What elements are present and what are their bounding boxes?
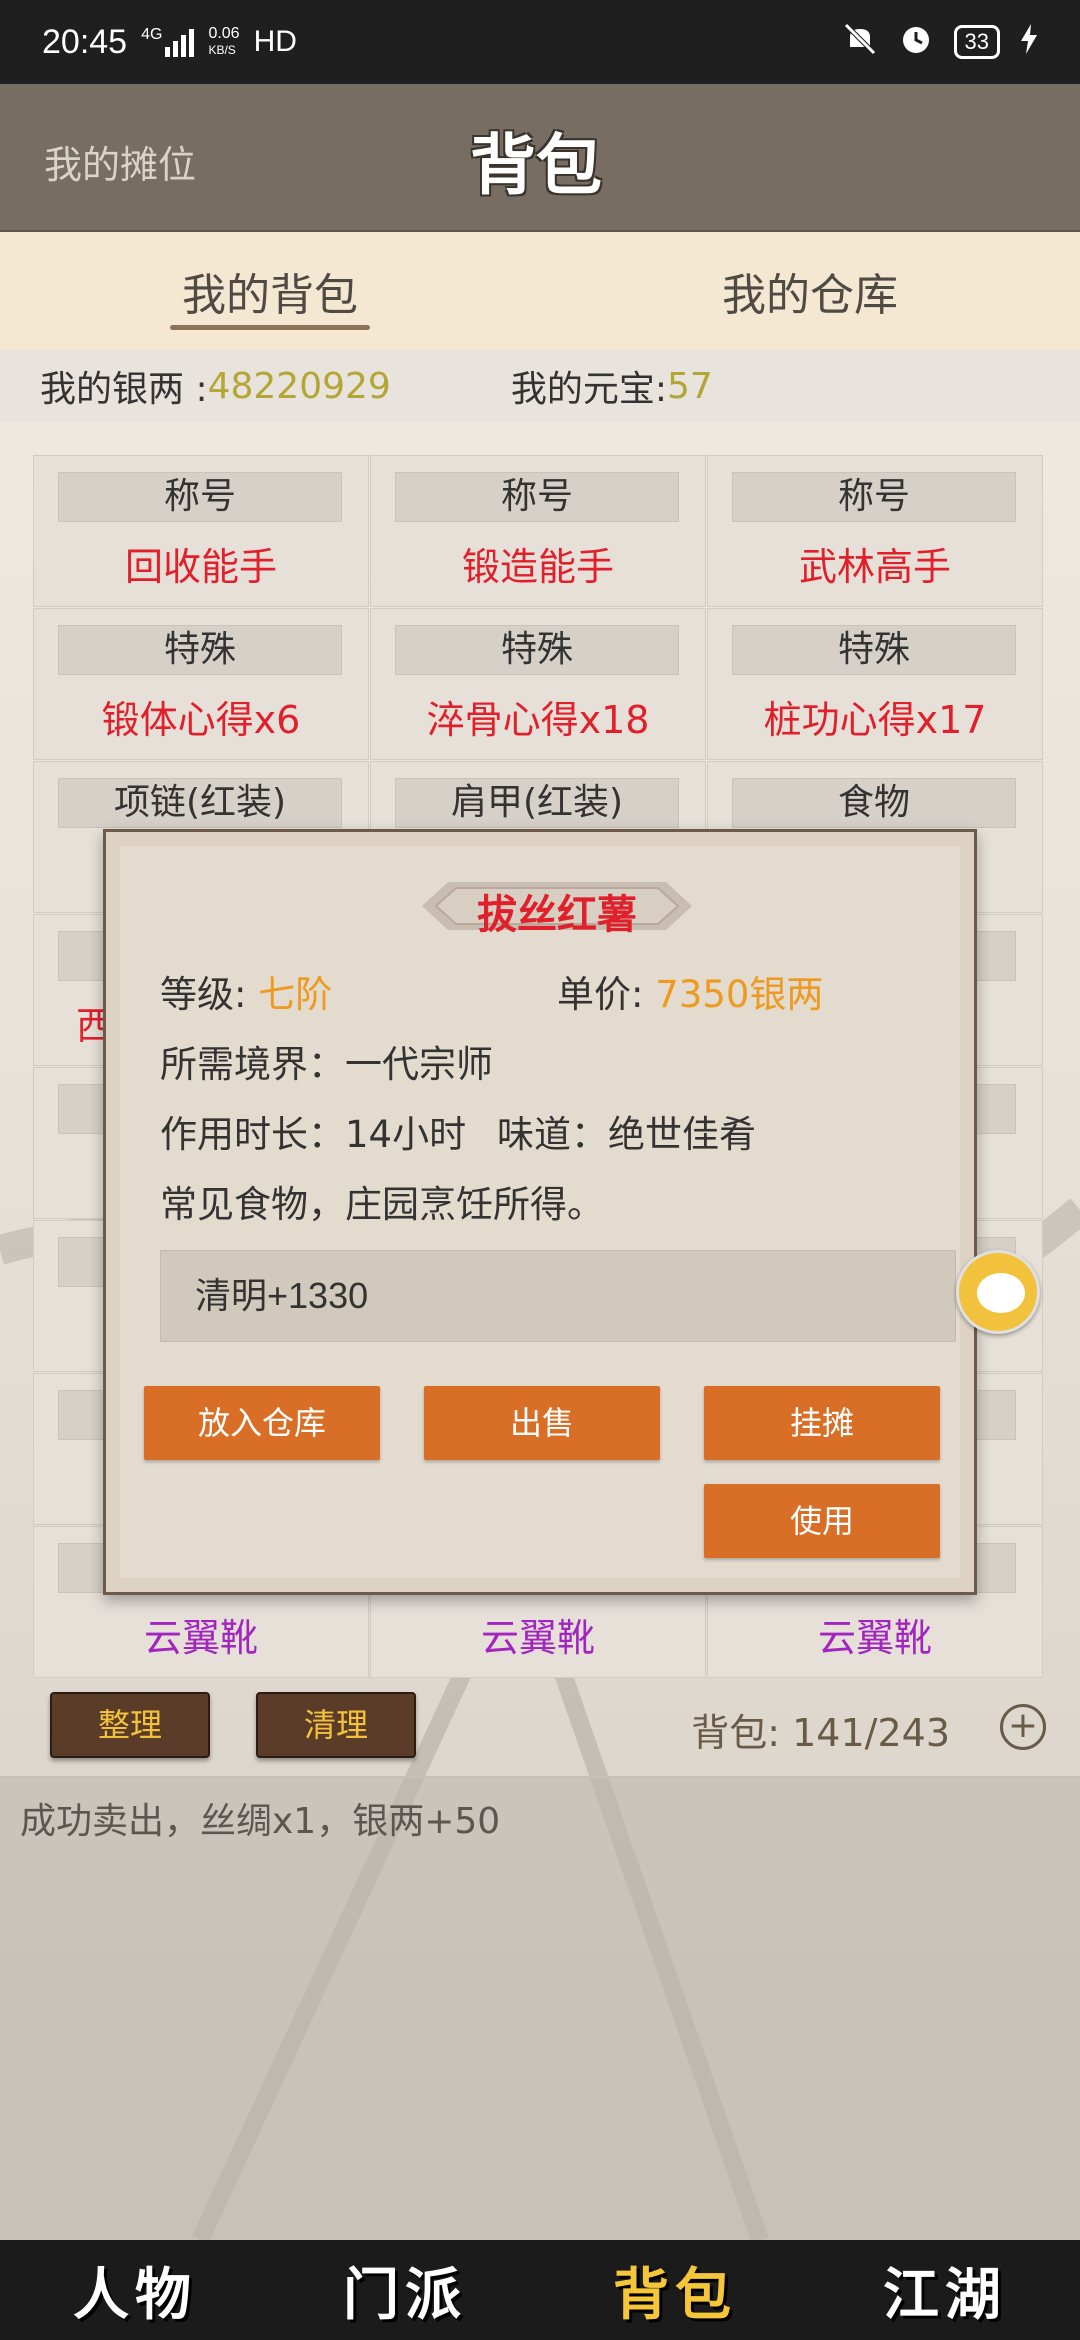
signal-icon: 4G — [141, 26, 195, 57]
item-name: 拔丝红薯 — [477, 892, 637, 938]
description-text: 常见食物，庄园烹饪所得。 — [160, 1183, 604, 1226]
slot-category-label: 称号 — [58, 472, 342, 522]
inventory-slot[interactable]: 称号 武林高手 — [707, 455, 1043, 607]
assistant-mascot-icon[interactable] — [956, 1250, 1040, 1334]
slot-category-label: 称号 — [395, 472, 679, 522]
stall-button[interactable]: 挂摊 — [704, 1386, 940, 1460]
status-bar: 20:45 4G 0.06 KB/S HD 33 — [0, 0, 1080, 84]
silver-value: 48220929 — [207, 365, 391, 407]
alarm-icon — [898, 21, 934, 64]
tab-bar: 我的背包 我的仓库 — [0, 232, 1080, 350]
price-value: 7350银两 — [655, 973, 824, 1016]
page-header: 我的摊位 背包 — [0, 84, 1080, 232]
level-row: 等级: 七阶 — [160, 973, 333, 1016]
price-row: 单价: 7350银两 — [557, 973, 824, 1016]
slot-item-name: 云翼靴 — [480, 1616, 595, 1660]
inventory-slot[interactable]: 特殊桩功心得x17 — [707, 608, 1043, 760]
battery-icon: 33 — [953, 25, 1000, 59]
effect-box: 清明+1330 — [160, 1250, 956, 1342]
charging-icon — [1020, 23, 1038, 61]
slot-category-label: 项链(红装) — [58, 778, 342, 828]
inventory-slot[interactable]: 称号 回收能手 — [33, 455, 369, 607]
net-speed: 0.06 KB/S — [208, 25, 240, 58]
nav-bag[interactable]: 背包 — [540, 2240, 810, 2340]
slot-item-name: 回收能手 — [124, 545, 277, 589]
dialog-body: 拔丝红薯 等级: 七阶 单价: 7350银两 所需境界：一代宗师 作用时长：14… — [120, 846, 960, 1578]
level-value: 七阶 — [258, 973, 333, 1016]
slot-category-label: 称号 — [732, 472, 1016, 522]
nav-jianghu[interactable]: 江湖 — [810, 2240, 1080, 2340]
store-button[interactable]: 放入仓库 — [144, 1386, 380, 1460]
hd-indicator: HD — [253, 25, 297, 58]
currency-row: 我的银两 : 48220929 我的元宝: 57 — [0, 350, 1080, 422]
page-title: 背包 — [470, 126, 602, 204]
item-detail-dialog: 拔丝红薯 等级: 七阶 单价: 7350银两 所需境界：一代宗师 作用时长：14… — [103, 829, 977, 1595]
slot-category-label: 特殊 — [732, 625, 1016, 675]
duration-text: 作用时长：14小时 — [160, 1113, 467, 1156]
my-stall-link[interactable]: 我的摊位 — [44, 134, 196, 189]
bag-controls: 整理 清理 背包: 141/243 + — [0, 1692, 1080, 1762]
slot-item-name: 淬骨心得x18 — [426, 698, 650, 742]
slot-category-label: 肩甲(红装) — [395, 778, 679, 828]
slot-item-name: 桩功心得x17 — [763, 698, 987, 742]
inventory-slot[interactable]: 特殊淬骨心得x18 — [370, 608, 706, 760]
sort-button[interactable]: 整理 — [50, 1692, 210, 1758]
clean-button[interactable]: 清理 — [256, 1692, 416, 1758]
silver-label: 我的银两 : — [40, 369, 208, 410]
tab-my-bag[interactable]: 我的背包 — [0, 232, 540, 350]
ingot-label: 我的元宝: — [510, 369, 667, 410]
clock: 20:45 — [42, 22, 128, 61]
nav-sect[interactable]: 门派 — [270, 2240, 540, 2340]
slot-item-name: 锻体心得x6 — [101, 698, 301, 742]
nav-character[interactable]: 人物 — [0, 2240, 270, 2340]
item-title-banner: 拔丝红薯 — [422, 874, 692, 938]
slot-category-label: 特殊 — [395, 625, 679, 675]
slot-item-name: 云翼靴 — [143, 1616, 258, 1660]
bag-capacity: 背包: 141/243 — [691, 1711, 950, 1755]
slot-item-name: 锻造能手 — [461, 545, 614, 589]
expand-bag-icon[interactable]: + — [1000, 1704, 1046, 1750]
mute-icon — [842, 21, 878, 64]
slot-item-name: 武林高手 — [798, 545, 951, 589]
message-log: 成功卖出，丝绸x1，银两+50 — [0, 1776, 1080, 2240]
inventory-slot[interactable]: 特殊锻体心得x6 — [33, 608, 369, 760]
use-button[interactable]: 使用 — [704, 1484, 940, 1558]
message-text: 成功卖出，丝绸x1，银两+50 — [20, 1801, 501, 1842]
taste-text: 味道：绝世佳肴 — [497, 1113, 756, 1156]
realm-text: 所需境界：一代宗师 — [160, 1043, 493, 1086]
network-type: 4G — [141, 26, 163, 43]
sell-button[interactable]: 出售 — [424, 1386, 660, 1460]
ingot-value: 57 — [666, 365, 713, 407]
slot-item-name: 云翼靴 — [817, 1616, 932, 1660]
bottom-nav: 人物 门派 背包 江湖 — [0, 2240, 1080, 2340]
inventory-slot[interactable]: 称号 锻造能手 — [370, 455, 706, 607]
tab-my-warehouse[interactable]: 我的仓库 — [540, 232, 1080, 350]
slot-category-label: 食物 — [732, 778, 1016, 828]
slot-category-label: 特殊 — [58, 625, 342, 675]
